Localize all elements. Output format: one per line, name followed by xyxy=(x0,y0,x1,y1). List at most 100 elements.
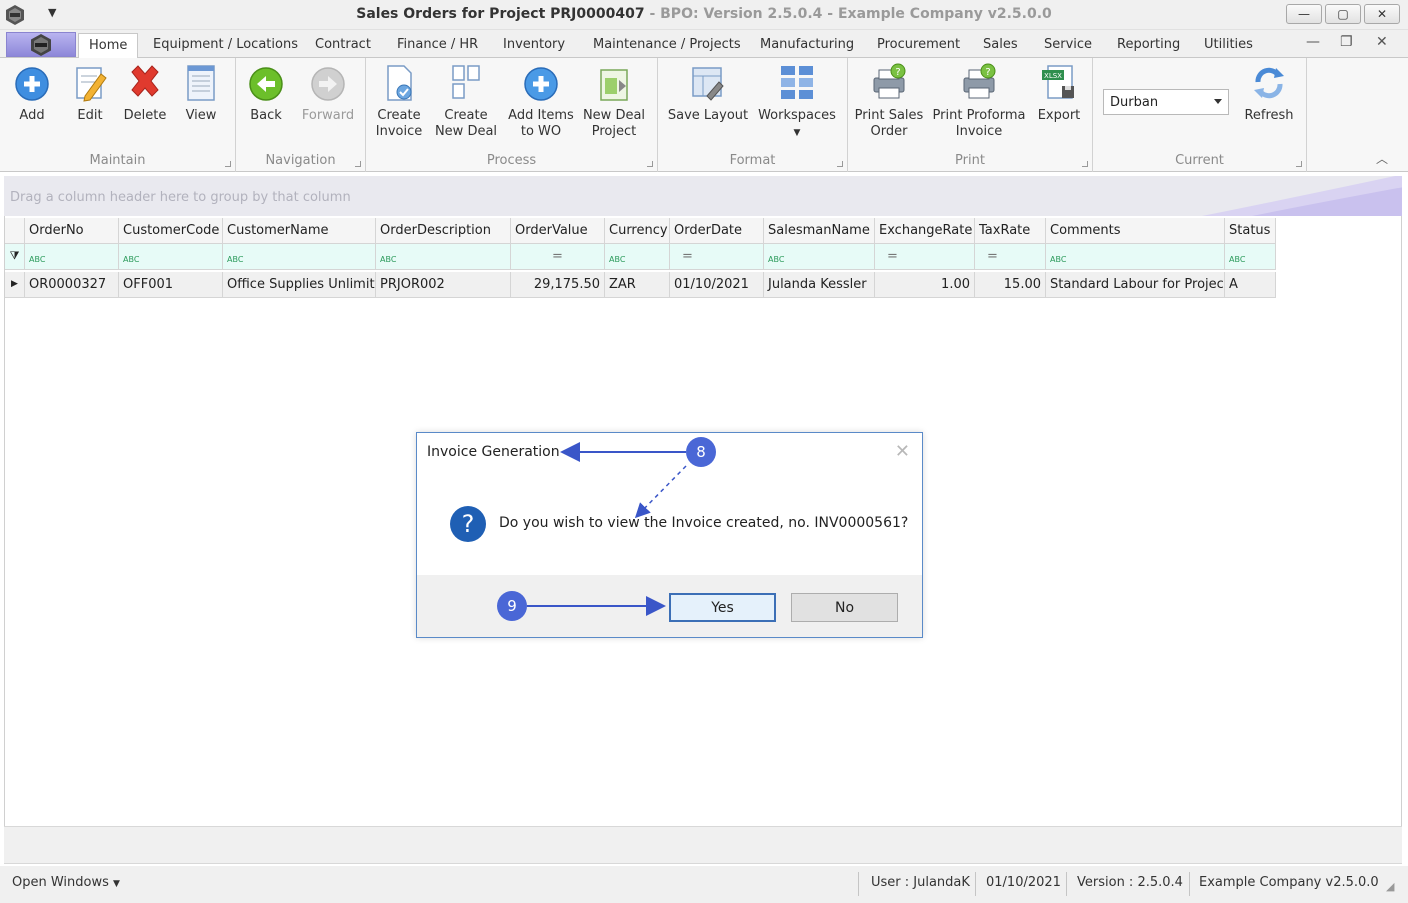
filter-orderdate[interactable]: = xyxy=(670,244,764,270)
chevron-down-icon xyxy=(1214,99,1222,104)
filter-exchangerate[interactable]: = xyxy=(875,244,975,270)
col-header-customername[interactable]: CustomerName xyxy=(223,218,376,244)
col-header-exchangerate[interactable]: ExchangeRate xyxy=(875,218,975,244)
resize-grip-icon[interactable]: ◢ xyxy=(1386,880,1394,893)
tab-manufacturing[interactable]: Manufacturing xyxy=(760,37,854,52)
cell-exchangerate[interactable]: 1.00 xyxy=(875,272,975,298)
maintain-launcher-icon[interactable] xyxy=(225,161,231,167)
window-maximize-button[interactable]: ▢ xyxy=(1325,4,1361,24)
workspaces-button[interactable]: Workspaces ▼ xyxy=(758,62,836,141)
filter-taxrate[interactable]: = xyxy=(975,244,1046,270)
status-separator xyxy=(1066,872,1067,896)
status-company: Example Company v2.5.0.0 xyxy=(1199,875,1379,890)
filter-orderdescription[interactable]: ABC xyxy=(376,244,511,270)
filter-comments[interactable]: ABC xyxy=(1046,244,1225,270)
create-new-deal-button[interactable]: Create New Deal xyxy=(434,62,498,140)
dialog-close-icon[interactable]: ✕ xyxy=(895,441,910,462)
create-invoice-button[interactable]: Create Invoice xyxy=(374,62,424,140)
export-button[interactable]: XLSX Export xyxy=(1034,62,1084,124)
filter-customername[interactable]: ABC xyxy=(223,244,376,270)
cell-orderno[interactable]: OR0000327 xyxy=(25,272,119,298)
forward-button[interactable]: Forward xyxy=(300,62,356,124)
filter-orderno[interactable]: ABC xyxy=(25,244,119,270)
tab-procurement[interactable]: Procurement xyxy=(877,37,960,52)
col-header-orderdate[interactable]: OrderDate xyxy=(670,218,764,244)
cell-currency[interactable]: ZAR xyxy=(605,272,670,298)
cell-orderdescription[interactable]: PRJOR002 xyxy=(376,272,511,298)
status-separator xyxy=(858,872,859,896)
tab-contract[interactable]: Contract xyxy=(315,37,371,52)
print-proforma-invoice-button[interactable]: ? Print Proforma Invoice xyxy=(932,62,1026,140)
cell-salesmanname[interactable]: Julanda Kessler xyxy=(764,272,875,298)
no-button[interactable]: No xyxy=(791,593,898,622)
tab-finance-hr[interactable]: Finance / HR xyxy=(397,37,478,52)
table-row[interactable]: ▶ OR0000327 OFF001 Office Supplies Unlim… xyxy=(5,272,1276,298)
filter-currency[interactable]: ABC xyxy=(605,244,670,270)
text-filter-icon: ABC xyxy=(609,255,626,264)
add-items-to-wo-button[interactable]: Add Items to WO xyxy=(508,62,574,140)
col-header-ordervalue[interactable]: OrderValue xyxy=(511,218,605,244)
annotation-badge-9: 9 xyxy=(497,591,527,621)
yes-button[interactable]: Yes xyxy=(669,593,776,622)
window-close-button[interactable]: ✕ xyxy=(1364,4,1400,24)
question-glyph: ? xyxy=(462,510,475,538)
cell-status[interactable]: A xyxy=(1225,272,1276,298)
cell-customername[interactable]: Office Supplies Unlimit... xyxy=(223,272,376,298)
status-date: 01/10/2021 xyxy=(986,875,1061,890)
group-by-panel[interactable]: Drag a column header here to group by th… xyxy=(4,176,1402,216)
col-header-status[interactable]: Status xyxy=(1225,218,1276,244)
edit-button-label: Edit xyxy=(77,108,103,123)
process-launcher-icon[interactable] xyxy=(647,161,653,167)
tab-inventory[interactable]: Inventory xyxy=(503,37,565,52)
refresh-button[interactable]: Refresh xyxy=(1238,62,1300,124)
col-header-customercode[interactable]: CustomerCode xyxy=(119,218,223,244)
back-button[interactable]: Back xyxy=(246,62,286,124)
bpo-logo-icon xyxy=(31,34,51,56)
ribbon-group-process: Create Invoice Create New Deal Add Items… xyxy=(366,58,658,172)
cell-orderdate[interactable]: 01/10/2021 xyxy=(670,272,764,298)
col-header-currency[interactable]: Currency xyxy=(605,218,670,244)
navigation-launcher-icon[interactable] xyxy=(355,161,361,167)
col-header-taxrate[interactable]: TaxRate xyxy=(975,218,1046,244)
mdi-restore-button[interactable]: ❐ xyxy=(1340,34,1353,50)
cell-customercode[interactable]: OFF001 xyxy=(119,272,223,298)
view-button[interactable]: View xyxy=(182,62,220,124)
tab-home[interactable]: Home xyxy=(78,33,139,59)
filter-ordervalue[interactable]: = xyxy=(511,244,605,270)
mdi-close-button[interactable]: ✕ xyxy=(1376,34,1388,50)
filter-customercode[interactable]: ABC xyxy=(119,244,223,270)
tab-sales[interactable]: Sales xyxy=(983,37,1018,52)
application-menu-button[interactable] xyxy=(6,32,76,57)
cell-comments[interactable]: Standard Labour for Project xyxy=(1046,272,1225,298)
tab-maintenance-projects[interactable]: Maintenance / Projects xyxy=(593,37,741,52)
cell-ordervalue[interactable]: 29,175.50 xyxy=(511,272,605,298)
tab-reporting[interactable]: Reporting xyxy=(1117,37,1180,52)
window-minimize-button[interactable]: — xyxy=(1286,4,1322,24)
forward-arrow-icon xyxy=(311,67,345,101)
save-layout-button[interactable]: Save Layout xyxy=(666,62,750,124)
tab-utilities[interactable]: Utilities xyxy=(1204,37,1253,52)
current-launcher-icon[interactable] xyxy=(1296,161,1302,167)
collapse-ribbon-icon[interactable]: ︿ xyxy=(1376,150,1388,167)
mdi-minimize-button[interactable]: — xyxy=(1306,34,1320,50)
col-header-orderno[interactable]: OrderNo xyxy=(25,218,119,244)
new-deal-project-button[interactable]: New Deal Project xyxy=(582,62,646,140)
format-launcher-icon[interactable] xyxy=(837,161,843,167)
current-site-select[interactable]: Durban xyxy=(1103,89,1229,115)
delete-button[interactable]: Delete xyxy=(121,62,169,124)
col-header-comments[interactable]: Comments xyxy=(1046,218,1225,244)
status-separator xyxy=(1189,872,1190,896)
text-filter-icon: ABC xyxy=(123,255,140,264)
edit-button[interactable]: Edit xyxy=(70,62,110,124)
print-launcher-icon[interactable] xyxy=(1082,161,1088,167)
cell-taxrate[interactable]: 15.00 xyxy=(975,272,1046,298)
print-sales-order-button[interactable]: ? Print Sales Order xyxy=(854,62,924,140)
tab-equipment-locations[interactable]: Equipment / Locations xyxy=(153,37,298,52)
open-windows-button[interactable]: Open Windows ▼ xyxy=(12,875,120,890)
tab-service[interactable]: Service xyxy=(1044,37,1092,52)
col-header-salesmanname[interactable]: SalesmanName xyxy=(764,218,875,244)
col-header-orderdescription[interactable]: OrderDescription xyxy=(376,218,511,244)
filter-salesmanname[interactable]: ABC xyxy=(764,244,875,270)
add-button[interactable]: Add xyxy=(12,62,52,124)
filter-status[interactable]: ABC xyxy=(1225,244,1276,270)
